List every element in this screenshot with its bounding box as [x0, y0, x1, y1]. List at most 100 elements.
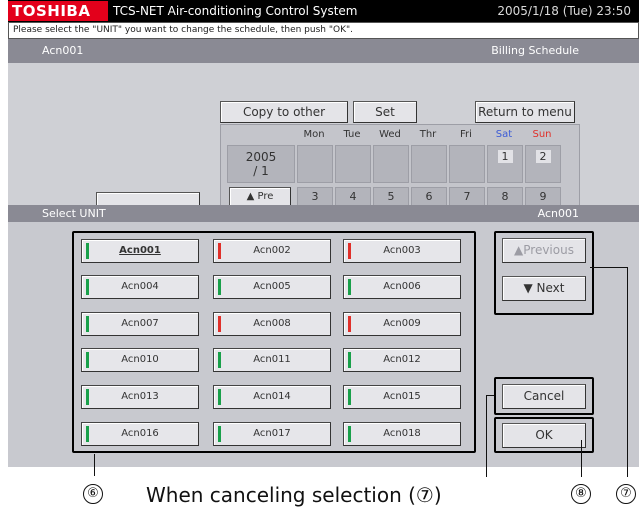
unit-label: Acn015: [383, 391, 421, 402]
unit-button-acn001[interactable]: Acn001: [81, 239, 199, 263]
previous-month-button[interactable]: ▲ Pre: [229, 187, 291, 207]
unit-label: Acn008: [253, 318, 291, 329]
calendar-month: 2005 / 1: [227, 145, 295, 183]
status-indicator: [86, 389, 89, 405]
unit-button-acn003[interactable]: Acn003: [343, 239, 461, 263]
status-indicator: [348, 243, 351, 259]
day-cell[interactable]: 4: [335, 187, 371, 207]
copy-to-other-section-button[interactable]: Copy to other section: [220, 101, 348, 139]
status-indicator: [348, 389, 351, 405]
day-number: 1: [497, 150, 513, 163]
unit-button-acn013[interactable]: Acn013: [81, 385, 199, 409]
unit-button-acn006[interactable]: Acn006: [343, 275, 461, 299]
day-cell[interactable]: 8: [487, 187, 523, 207]
day-number: 4: [349, 190, 357, 203]
day-cell[interactable]: 1: [487, 145, 523, 183]
unit-label: Acn003: [383, 245, 421, 256]
calendar: 2005 / 1 Mon Tue Wed Thr Fri Sat Sun 1 2…: [220, 124, 580, 208]
status-indicator: [86, 243, 89, 259]
status-indicator: [218, 389, 221, 405]
app-window: TOSHIBA TCS-NET Air-conditioning Control…: [8, 0, 639, 467]
day-cell[interactable]: 5: [373, 187, 409, 207]
previous-button[interactable]: ▲Previous: [502, 238, 586, 263]
ok-button[interactable]: OK: [502, 423, 586, 448]
unit-label: Acn017: [253, 428, 291, 439]
day-header: Thr: [419, 129, 437, 140]
unit-button-acn009[interactable]: Acn009: [343, 312, 461, 336]
return-to-menu-button[interactable]: Return to menu: [475, 101, 575, 123]
day-header: Mon: [303, 129, 325, 140]
day-cell[interactable]: [297, 145, 333, 183]
unit-label: Acn002: [253, 245, 291, 256]
day-cell[interactable]: 6: [411, 187, 447, 207]
day-number: 3: [311, 190, 319, 203]
unit-label: Acn004: [121, 281, 159, 292]
previous-month-label: Pre: [257, 191, 274, 202]
day-cell[interactable]: 3: [297, 187, 333, 207]
blank-button[interactable]: [96, 192, 200, 206]
unit-label: Acn009: [383, 318, 421, 329]
previous-label: Previous: [523, 243, 574, 257]
toshiba-logo: TOSHIBA: [8, 1, 108, 21]
unit-button-acn012[interactable]: Acn012: [343, 348, 461, 372]
calendar-year: 2005: [245, 150, 277, 164]
day-number: 6: [425, 190, 433, 203]
up-triangle-icon: ▲: [514, 243, 524, 257]
day-cell[interactable]: [373, 145, 409, 183]
unit-label: Acn011: [253, 354, 291, 365]
unit-button-acn008[interactable]: Acn008: [213, 312, 331, 336]
unit-label: Acn006: [383, 281, 421, 292]
callout-6: ⑥: [83, 484, 103, 504]
status-indicator: [348, 316, 351, 332]
unit-grid-frame: [72, 231, 476, 453]
selected-unit: Acn001: [537, 207, 579, 220]
title-bar: TOSHIBA TCS-NET Air-conditioning Control…: [8, 0, 639, 22]
callout-6-line: [94, 454, 95, 476]
cancel-button[interactable]: Cancel: [502, 384, 586, 409]
current-unit: Acn001: [42, 44, 84, 57]
unit-button-acn017[interactable]: Acn017: [213, 422, 331, 446]
status-indicator: [348, 426, 351, 442]
status-indicator: [348, 352, 351, 368]
header-bar: Acn001 Billing Schedule: [8, 39, 639, 63]
calendar-month-label: / 1: [253, 164, 269, 178]
callout-7-line-v: [627, 267, 628, 477]
status-indicator: [218, 352, 221, 368]
unit-label: Acn001: [119, 245, 161, 256]
next-label: Next: [536, 281, 565, 295]
day-cell[interactable]: [335, 145, 371, 183]
day-number: 5: [387, 190, 395, 203]
set-button[interactable]: Set: [353, 101, 417, 123]
unit-button-acn014[interactable]: Acn014: [213, 385, 331, 409]
day-number: 7: [463, 190, 471, 203]
down-triangle-icon: ▼: [523, 281, 537, 295]
day-header-sun: Sun: [532, 129, 552, 140]
unit-button-acn002[interactable]: Acn002: [213, 239, 331, 263]
unit-button-acn018[interactable]: Acn018: [343, 422, 461, 446]
callout-cancel-line-v: [486, 395, 487, 477]
status-indicator: [86, 352, 89, 368]
unit-label: Acn018: [383, 428, 421, 439]
unit-button-acn007[interactable]: Acn007: [81, 312, 199, 336]
day-cell[interactable]: 7: [449, 187, 485, 207]
datetime: 2005/1/18 (Tue) 23:50: [497, 4, 631, 18]
day-cell[interactable]: [449, 145, 485, 183]
screen-name: Billing Schedule: [491, 44, 579, 57]
unit-button-acn011[interactable]: Acn011: [213, 348, 331, 372]
day-cell[interactable]: 2: [525, 145, 561, 183]
day-cell[interactable]: 9: [525, 187, 561, 207]
unit-button-acn010[interactable]: Acn010: [81, 348, 199, 372]
cancel-caption: When canceling selection (⑦): [146, 483, 442, 507]
unit-button-acn005[interactable]: Acn005: [213, 275, 331, 299]
unit-button-acn004[interactable]: Acn004: [81, 275, 199, 299]
status-indicator: [348, 279, 351, 295]
unit-button-acn016[interactable]: Acn016: [81, 422, 199, 446]
unit-button-acn015[interactable]: Acn015: [343, 385, 461, 409]
day-number: 2: [535, 150, 551, 163]
instruction-message: Please select the "UNIT" you want to cha…: [8, 22, 639, 39]
day-cell[interactable]: [411, 145, 447, 183]
select-unit-dialog: Acn001 Acn002 Acn003 Acn004 Acn005 Acn006 Acn0…: [8, 222, 639, 467]
callout-cancel-line-h: [486, 395, 494, 396]
unit-label: Acn013: [121, 391, 159, 402]
next-button[interactable]: ▼ Next: [502, 276, 586, 301]
